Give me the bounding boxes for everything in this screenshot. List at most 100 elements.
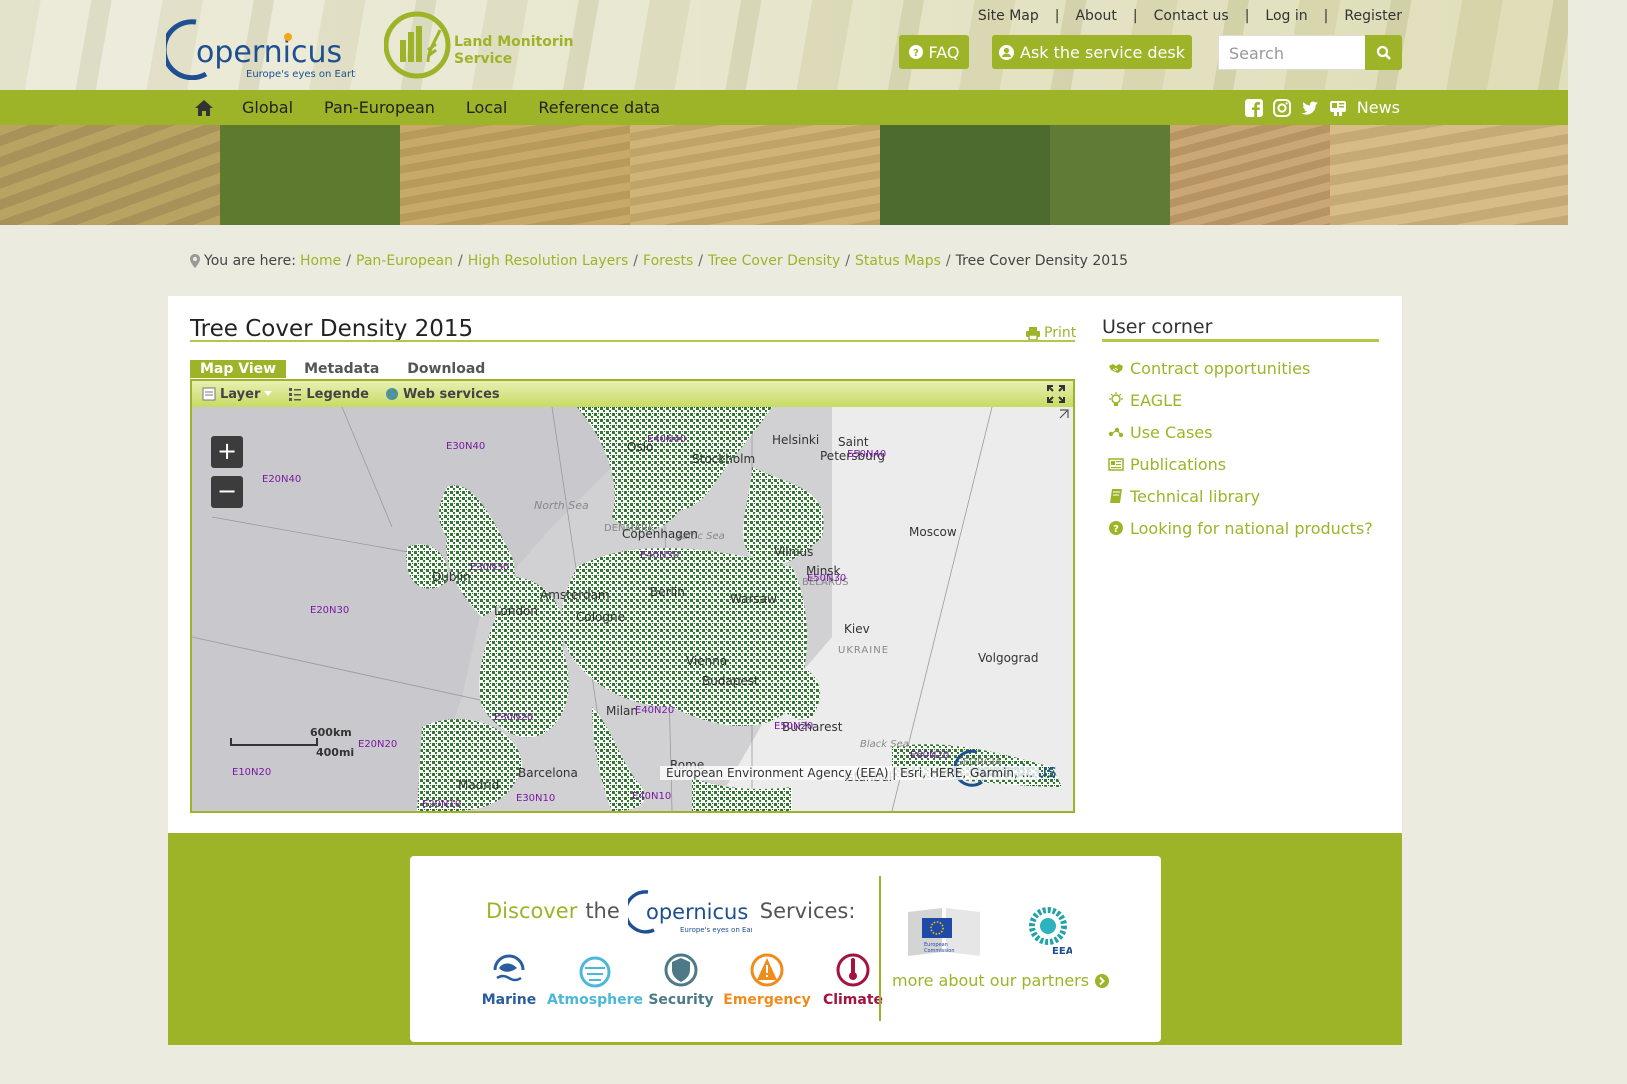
breadcrumb-status-maps[interactable]: Status Maps: [855, 253, 941, 269]
sidebar-item-contract-opportunities[interactable]: Contract opportunities: [1102, 352, 1379, 384]
discover-word: Discover: [486, 899, 578, 923]
news-icon[interactable]: [1329, 99, 1347, 117]
contact-link[interactable]: Contact us: [1154, 8, 1229, 24]
link-separator: |: [1132, 8, 1138, 24]
about-link[interactable]: About: [1075, 8, 1116, 24]
nav-global[interactable]: Global: [242, 98, 293, 117]
breadcrumb-separator: /: [346, 253, 351, 269]
aerial-fields-banner: [0, 125, 1568, 225]
tab-metadata[interactable]: Metadata: [294, 360, 389, 378]
european-commission-logo[interactable]: European Commission: [908, 908, 980, 958]
layer-menu[interactable]: Layer: [202, 387, 273, 402]
svg-text:E50N20: E50N20: [774, 721, 813, 732]
sidebar-item-publications[interactable]: Publications: [1102, 448, 1379, 480]
svg-text:E40N40: E40N40: [647, 434, 686, 445]
tab-map-view[interactable]: Map View: [190, 360, 287, 378]
svg-text:E50N30: E50N30: [807, 573, 846, 584]
twitter-icon[interactable]: [1301, 99, 1319, 117]
svg-text:Europe's eyes on Earth: Europe's eyes on Earth: [680, 926, 752, 934]
service-label: Security: [648, 992, 714, 1008]
book-icon: [1110, 489, 1122, 503]
news-link[interactable]: News: [1357, 98, 1400, 117]
svg-text:E20N40: E20N40: [262, 474, 301, 485]
breadcrumb-pan-european[interactable]: Pan-European: [356, 253, 453, 269]
service-desk-button[interactable]: Ask the service desk: [992, 35, 1192, 69]
svg-text:E50N40: E50N40: [847, 449, 886, 460]
print-link[interactable]: Print: [1026, 325, 1076, 341]
search-icon: [1376, 45, 1391, 60]
breadcrumb-forests[interactable]: Forests: [643, 253, 693, 269]
sidebar-item-technical-library[interactable]: Technical library: [1102, 480, 1379, 512]
copernicus-logo[interactable]: opernicus Europe's eyes on Earth: [161, 10, 361, 81]
web-services-button[interactable]: Web services: [385, 387, 500, 402]
svg-text:Kiev: Kiev: [844, 622, 870, 636]
tab-download[interactable]: Download: [397, 360, 495, 378]
svg-text:Commission: Commission: [924, 948, 955, 954]
service-label: Emergency: [723, 992, 811, 1008]
sidebar-item-use-cases[interactable]: Use Cases: [1102, 416, 1379, 448]
link-separator: |: [1054, 8, 1060, 24]
handshake-icon: [1109, 364, 1123, 373]
svg-text:Berlin: Berlin: [650, 585, 685, 599]
breadcrumb-separator: /: [845, 253, 851, 269]
copernicus-logo-small[interactable]: opernicus Europe's eyes on Earth: [627, 886, 752, 936]
nav-local[interactable]: Local: [466, 98, 507, 117]
svg-text:Copenhagen: Copenhagen: [622, 527, 698, 541]
link-separator: |: [1323, 8, 1329, 24]
top-links: Site Map | About | Contact us | Log in |…: [978, 8, 1402, 24]
search-button[interactable]: [1365, 35, 1402, 70]
svg-text:EEA: EEA: [1052, 946, 1072, 956]
sidebar-item-national-products[interactable]: ? Looking for national products?: [1102, 512, 1379, 544]
svg-text:Service: Service: [454, 51, 512, 67]
scale-mi: 400mi: [316, 746, 355, 759]
service-marine[interactable]: Marine: [466, 948, 552, 1008]
legend-button[interactable]: Legende: [288, 387, 369, 402]
svg-text:Milan: Milan: [606, 704, 638, 718]
service-emergency[interactable]: Emergency: [723, 948, 811, 1008]
svg-text:E40N30: E40N30: [640, 550, 679, 561]
svg-text:Vilnius: Vilnius: [774, 545, 813, 559]
main-nav: Global Pan-European Local Reference data…: [0, 90, 1568, 125]
map-toolbar: Layer Legende Web services: [192, 381, 1073, 407]
sidebar-item-eagle[interactable]: EAGLE: [1102, 384, 1379, 416]
nav-pan-european[interactable]: Pan-European: [324, 98, 435, 117]
nav-reference-data[interactable]: Reference data: [538, 98, 660, 117]
map-attribution: European Environment Agency (EEA) | Esri…: [660, 766, 1040, 780]
partners-link[interactable]: more about our partners: [892, 971, 1110, 990]
svg-text:Stockholm: Stockholm: [692, 452, 755, 466]
svg-text:opernicus: opernicus: [646, 900, 748, 924]
svg-text:E10N20: E10N20: [232, 767, 271, 778]
service-climate[interactable]: Climate: [810, 948, 896, 1008]
service-desk-label: Ask the service desk: [1020, 42, 1185, 62]
svg-text:Saint: Saint: [838, 435, 869, 449]
breadcrumb-tcd[interactable]: Tree Cover Density: [708, 253, 840, 269]
zoom-out-button[interactable]: −: [211, 476, 243, 508]
register-link[interactable]: Register: [1344, 8, 1402, 24]
map-viewer: Layer Legende Web services North Sea Bal…: [190, 379, 1075, 813]
sidebar-item-label: Looking for national products?: [1130, 518, 1373, 538]
climate-icon: [836, 953, 870, 987]
eea-logo[interactable]: EEA: [1026, 906, 1072, 956]
svg-text:Cologne: Cologne: [576, 610, 625, 624]
login-link[interactable]: Log in: [1265, 8, 1307, 24]
search-input[interactable]: Search: [1218, 35, 1366, 70]
svg-text:E30N30: E30N30: [470, 562, 509, 573]
network-icon: [1108, 427, 1124, 438]
facebook-icon[interactable]: [1244, 98, 1263, 117]
lightbulb-icon: [1109, 392, 1123, 406]
home-icon[interactable]: [194, 98, 214, 118]
faq-button[interactable]: ? FAQ: [899, 35, 969, 69]
list-icon: [289, 388, 302, 401]
svg-text:opernicus: opernicus: [196, 35, 342, 70]
site-map-link[interactable]: Site Map: [978, 8, 1039, 24]
land-monitoring-logo[interactable]: Land Monitoring Service: [383, 10, 584, 80]
globe-icon: [385, 388, 398, 400]
instagram-icon[interactable]: [1272, 98, 1291, 117]
service-security[interactable]: Security: [638, 948, 724, 1008]
breadcrumb-hrl[interactable]: High Resolution Layers: [468, 253, 629, 269]
zoom-in-button[interactable]: +: [211, 436, 243, 468]
breadcrumb-home[interactable]: Home: [300, 253, 341, 269]
atmosphere-icon: [579, 956, 611, 988]
service-atmosphere[interactable]: Atmosphere: [547, 948, 643, 1008]
fullscreen-icon[interactable]: [1047, 385, 1065, 403]
